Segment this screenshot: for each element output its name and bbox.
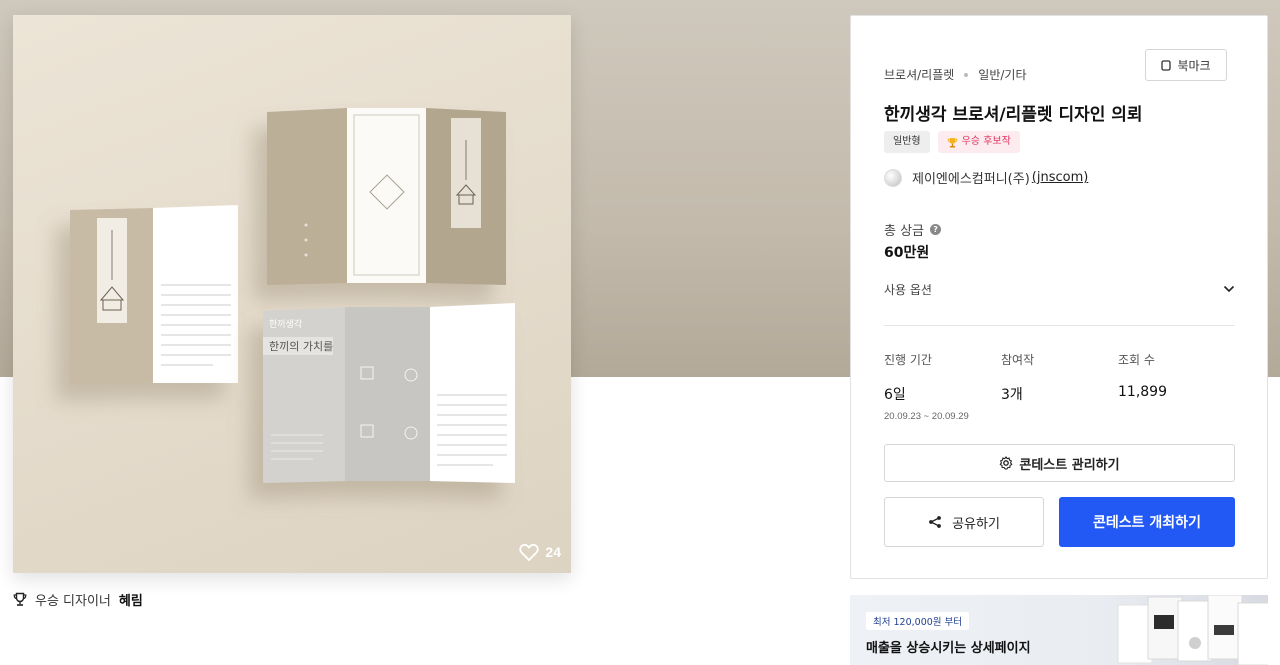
tag-candidate: 우승 후보작 [937, 131, 1020, 153]
prize-label: 총 상금 ? [884, 220, 942, 239]
ad-title: 매출을 상승시키는 상세페이지 [866, 641, 1031, 656]
chevron-down-icon [1223, 285, 1235, 293]
winner-designer: 우승 디자이너 혜림 [13, 590, 143, 609]
contest-info-card: 브로셔/리플렛 일반/기타 북마크 한끼생각 브로셔/리플렛 디자인 의뢰 일반… [850, 15, 1268, 579]
help-icon[interactable]: ? [930, 224, 942, 235]
category-main[interactable]: 브로셔/리플렛 [884, 66, 954, 83]
stat-entries: 참여작 3개 [1001, 351, 1118, 422]
bookmark-icon [1161, 59, 1172, 71]
bookmark-label: 북마크 [1177, 58, 1211, 73]
category-sub[interactable]: 일반/기타 [978, 66, 1026, 83]
ad-price-badge: 최저 120,000원 부터 [866, 612, 970, 630]
stat-duration: 진행 기간 6일 20.09.23 ~ 20.09.29 [884, 351, 1001, 422]
company-handle[interactable]: (jnscom) [1032, 170, 1089, 185]
like-count: 24 [545, 544, 561, 560]
like-button[interactable]: 24 [519, 543, 561, 561]
manage-contest-button[interactable]: 콘테스트 관리하기 [884, 444, 1235, 482]
prize-value: 60만원 [884, 245, 930, 261]
host-contest-button[interactable]: 콘테스트 개최하기 [1059, 497, 1235, 547]
trophy-icon [13, 592, 27, 606]
leaflet-brand: 한끼생각 [269, 318, 302, 330]
gear-icon [999, 456, 1013, 470]
stat-label: 참여작 [1001, 353, 1035, 367]
divider [884, 325, 1235, 326]
stat-views: 조회 수 11,899 [1118, 351, 1235, 422]
avatar [884, 168, 902, 187]
contest-main-image[interactable]: 한끼의 가치를 한끼생각 24 [13, 15, 571, 573]
share-icon [929, 516, 941, 528]
ad-mockup-image [1117, 595, 1268, 665]
stat-label: 조회 수 [1118, 353, 1155, 367]
company-name: 제이엔에스컴퍼니(주) [912, 172, 1030, 187]
stat-value: 3개 [1001, 387, 1023, 403]
breadcrumb: 브로셔/리플렛 일반/기타 [884, 66, 1027, 83]
stat-value: 11,899 [1118, 384, 1167, 400]
designer-name[interactable]: 혜림 [119, 590, 143, 609]
contest-tags: 일반형 우승 후보작 [884, 131, 1020, 153]
company-link[interactable]: 제이엔에스컴퍼니(주) (jnscom) [884, 168, 1088, 187]
options-dropdown[interactable]: 사용 옵션 [884, 279, 1235, 299]
leaflet-heading: 한끼의 가치를 [269, 340, 333, 353]
breadcrumb-separator [964, 72, 969, 77]
prize-label-text: 총 상금 [884, 224, 925, 239]
contest-stats: 진행 기간 6일 20.09.23 ~ 20.09.29 참여작 3개 조회 수… [884, 351, 1235, 422]
tag-type: 일반형 [884, 131, 930, 153]
stat-date-range: 20.09.23 ~ 20.09.29 [884, 411, 969, 422]
bookmark-button[interactable]: 북마크 [1145, 49, 1227, 81]
heart-icon [519, 543, 540, 561]
brochure-mockup-illustration: 한끼의 가치를 한끼생각 [70, 108, 515, 483]
award-prefix: 우승 디자이너 [35, 594, 111, 609]
manage-contest-label: 콘테스트 관리하기 [1019, 457, 1120, 473]
share-button[interactable]: 공유하기 [884, 497, 1044, 547]
share-label: 공유하기 [952, 516, 1000, 532]
stat-label: 진행 기간 [884, 353, 932, 367]
stat-value: 6일 [884, 387, 906, 403]
contest-title: 한끼생각 브로셔/리플렛 디자인 의뢰 [884, 105, 1143, 125]
tag-candidate-label: 우승 후보작 [961, 136, 1011, 147]
options-label: 사용 옵션 [884, 282, 932, 297]
ad-banner[interactable]: 최저 120,000원 부터 매출을 상승시키는 상세페이지 [850, 595, 1268, 665]
trophy-icon [947, 137, 957, 147]
